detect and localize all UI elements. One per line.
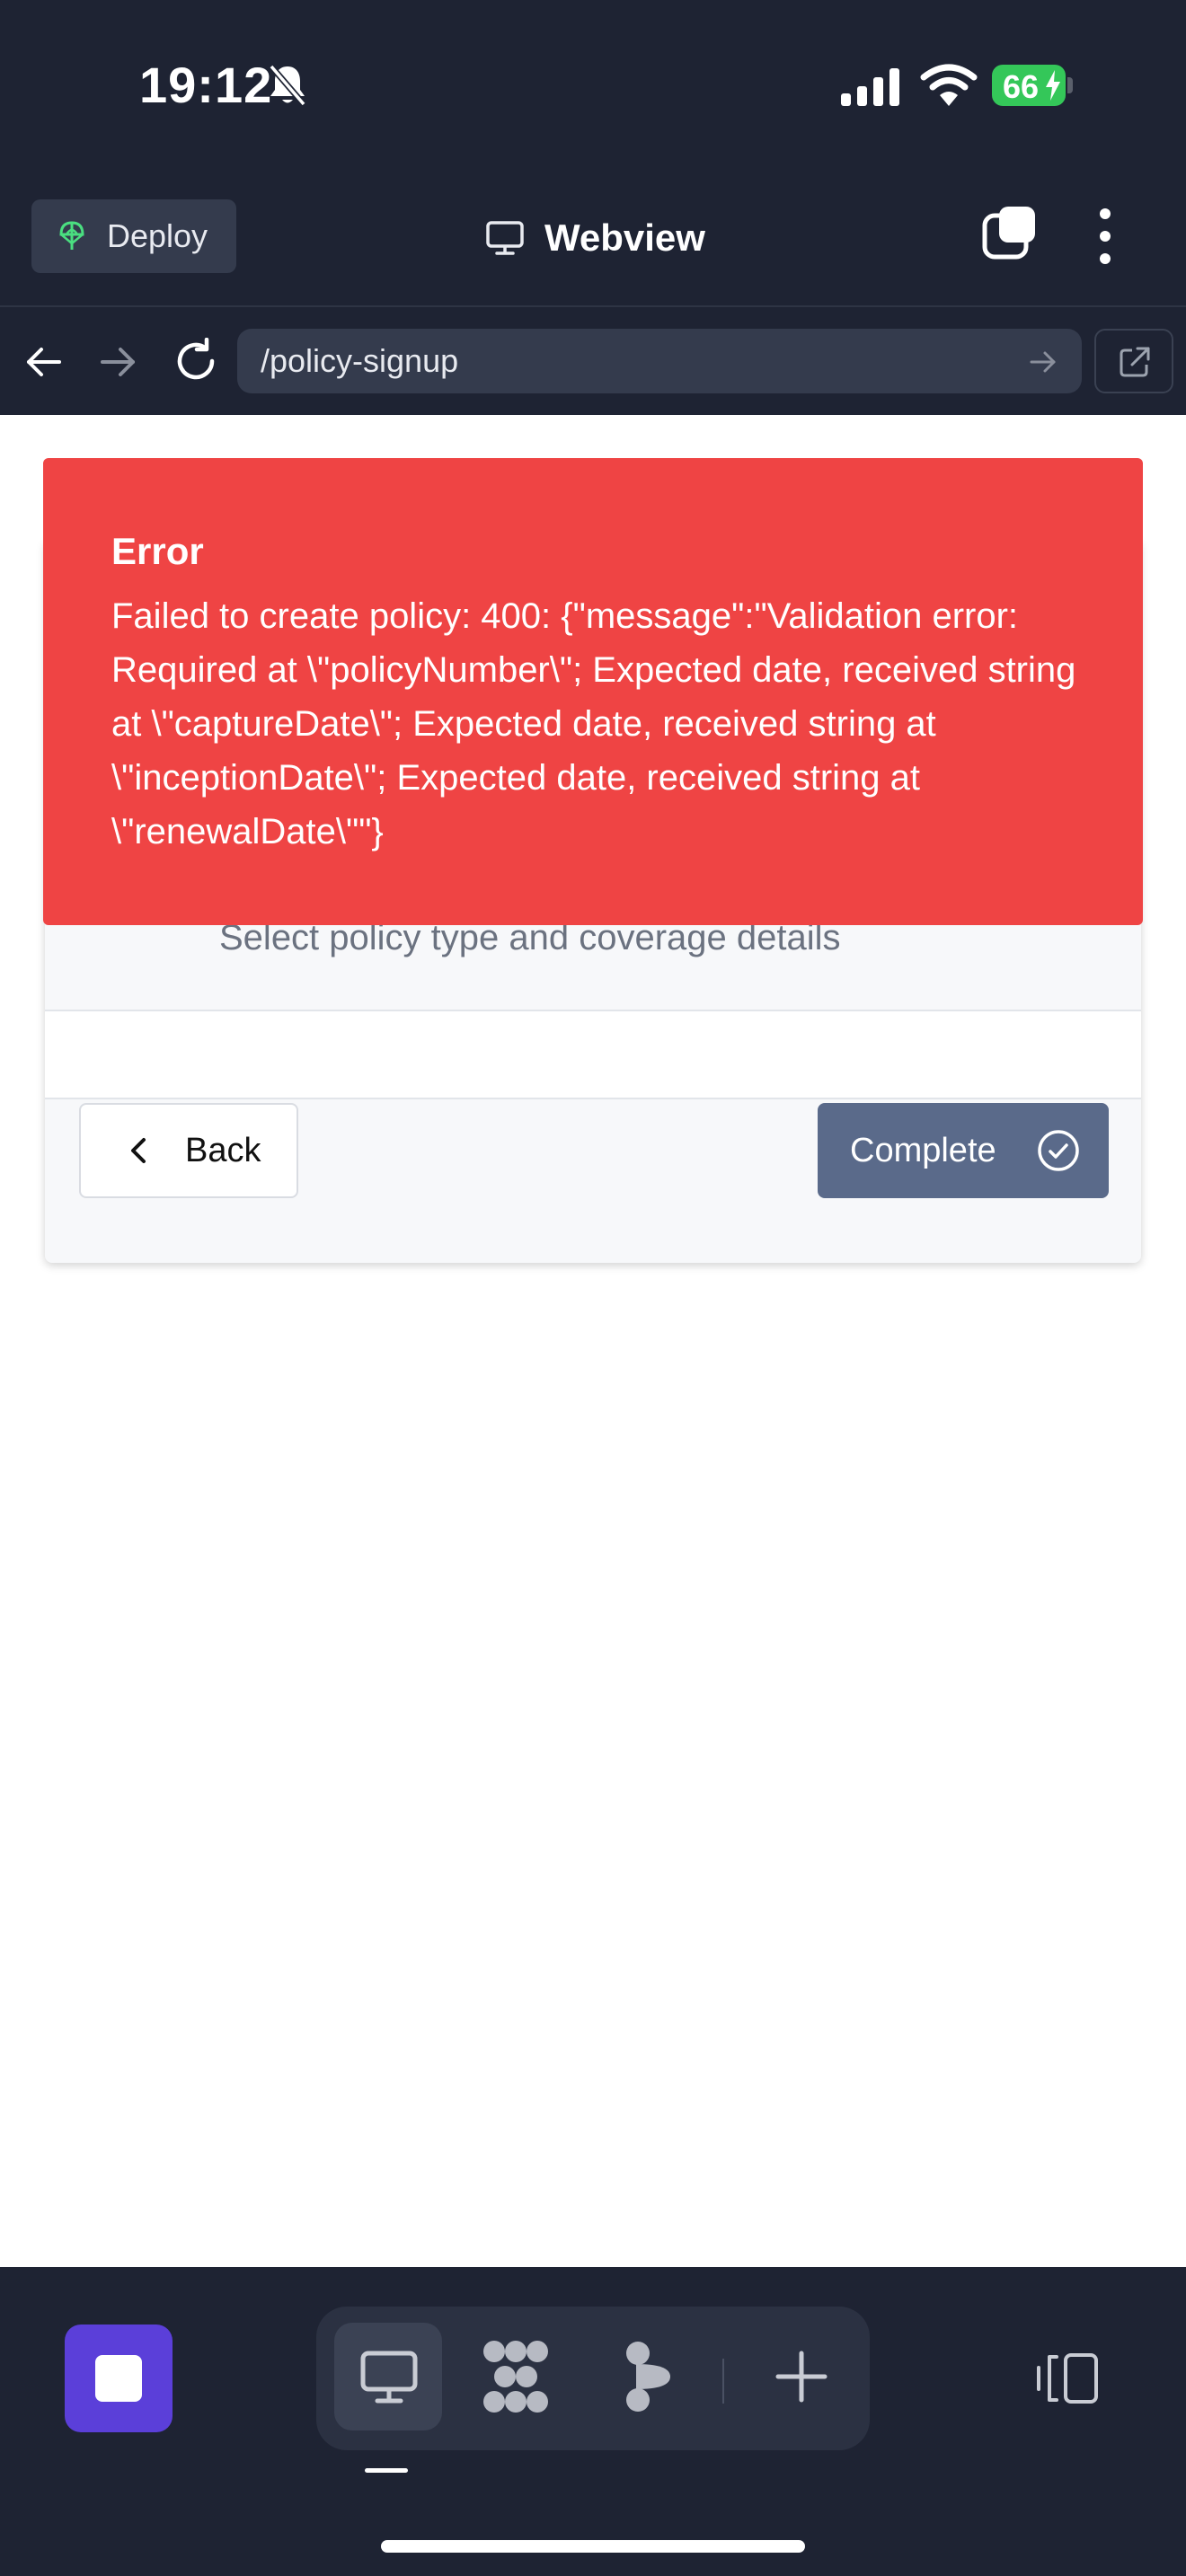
check-circle-icon [1037,1130,1079,1171]
url-text: /policy-signup [261,342,459,379]
panel-icon[interactable] [1035,2351,1100,2405]
home-indicator[interactable] [381,2540,805,2553]
tabs-icon[interactable] [981,205,1039,262]
battery-tip [1067,77,1073,93]
complete-button[interactable]: Complete [818,1103,1109,1198]
title-text: Webview [544,216,705,259]
wifi-icon [920,64,978,106]
active-tab-indicator [365,2468,408,2473]
kebab-icon[interactable] [1094,205,1116,268]
open-external-icon [1120,347,1150,377]
top-chrome: 19:12 66 Deploy Webview /policy-signup [0,0,1186,415]
toolbar-divider [722,2359,724,2404]
ai-icon[interactable] [618,2339,683,2414]
chevron-left-icon [131,1138,146,1163]
charging-bolt-icon [1046,70,1060,101]
error-toast[interactable]: Error Failed to create policy: 400: {"me… [43,458,1143,925]
back-label: Back [185,1131,261,1169]
url-input[interactable]: /policy-signup [237,329,1082,393]
plus-icon[interactable] [774,2350,828,2404]
open-external-button[interactable] [1094,329,1173,393]
status-time: 19:12 [139,57,273,113]
url-bar: /policy-signup [0,305,1186,417]
divider [45,1098,1141,1099]
app-header: Deploy Webview [0,171,1186,305]
back-button[interactable]: Back [79,1103,298,1198]
error-message: Failed to create policy: 400: {"message"… [111,596,1076,851]
stop-button[interactable] [65,2325,173,2432]
complete-label: Complete [850,1131,996,1169]
signal-icon [841,68,899,106]
grid-icon[interactable] [480,2339,552,2414]
back-arrow-icon[interactable] [23,341,65,383]
tool-switcher [316,2307,870,2450]
go-arrow-icon[interactable] [1028,347,1058,377]
deploy-label: Deploy [107,217,208,254]
battery-indicator: 66 [992,65,1066,106]
monitor-icon [486,221,524,255]
reload-icon[interactable] [173,338,219,384]
form-section [45,1011,1141,1098]
tool-webview-button[interactable] [334,2323,442,2430]
page-title: Webview [485,207,705,269]
bell-off-icon [269,64,306,107]
deploy-icon [59,221,84,250]
deploy-button[interactable]: Deploy [31,199,236,273]
forward-arrow-icon[interactable] [97,341,138,383]
bottom-toolbar [0,2267,1186,2576]
stop-icon [95,2355,142,2402]
battery-level: 66 [1002,68,1040,105]
error-title: Error [111,530,204,572]
monitor-icon [360,2351,418,2404]
status-bar: 19:12 66 [0,0,1186,171]
